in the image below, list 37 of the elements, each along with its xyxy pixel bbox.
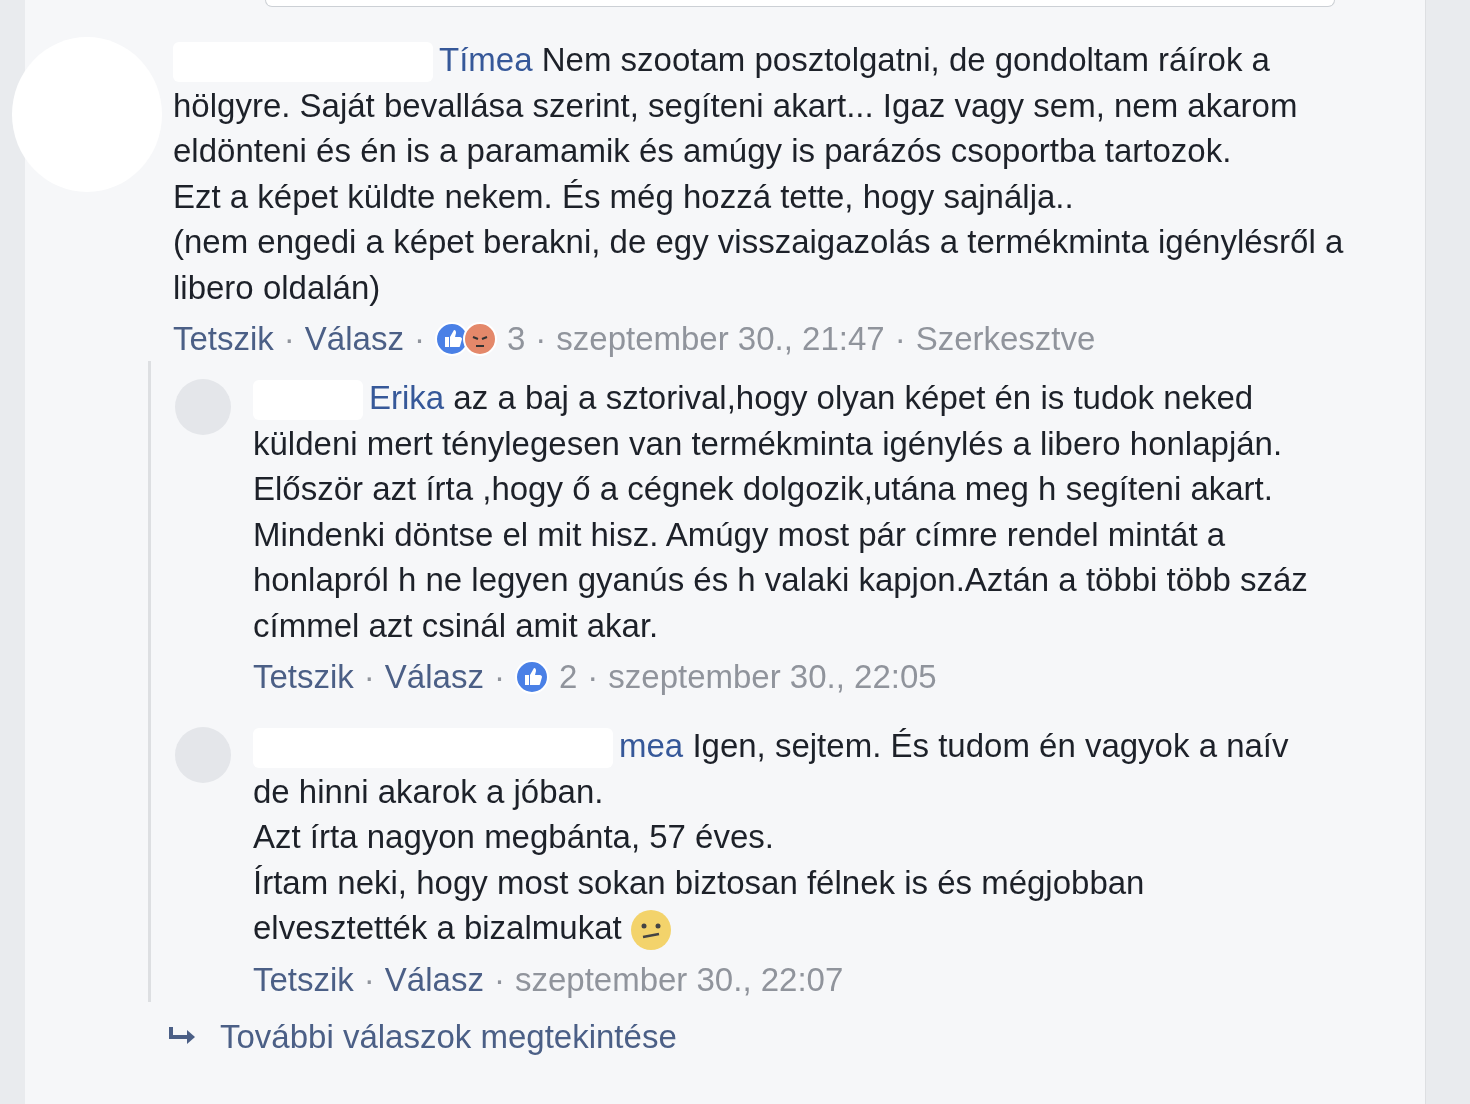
comment-time: szeptember 30., 21:47 — [556, 319, 885, 359]
separator: · — [363, 657, 375, 697]
separator: · — [493, 960, 505, 1001]
separator: · — [894, 319, 906, 359]
comment-text: Írtam neki, hogy most sokan biztosan félnek is és mégjobban elvesztették a bizalmukat — [253, 859, 1323, 952]
comment-text: (nem engedi a képet berakni, de egy visszaigazolás a termékminta igénylésről a libero oldalán) — [173, 222, 1345, 308]
comment-text: Ezt a képet küldte nekem. És még hozzá tette, hogy sajnálja.. — [173, 176, 1075, 217]
comment-input-field[interactable] — [265, 0, 1335, 7]
comment-time: szeptember 30., 22:07 — [514, 960, 844, 1001]
like-link[interactable]: Tetszik — [253, 957, 354, 1003]
author-name[interactable]: Tímea — [439, 41, 533, 78]
comment-text: Tímea Nem szootam posztolgatni, de gondoltam ráírok a hölgyre. Saját bevallása szerint, segíteni akart... Igaz vagy sem, nem akarom eldönteni és én is a paramamik és amúgy is parázós csoportba tartozok. — [173, 40, 1299, 171]
separator: · — [535, 319, 547, 359]
edited-label: Szerkesztve — [915, 319, 1096, 359]
more-replies-text: További válaszok megtekintése — [220, 1018, 677, 1057]
reply-link[interactable]: Válasz — [304, 316, 404, 361]
reply-link[interactable]: Válasz — [384, 654, 484, 699]
like-link[interactable]: Tetszik — [253, 654, 354, 699]
separator: · — [587, 657, 599, 697]
separator: · — [283, 319, 295, 359]
confused-emoji-icon — [629, 909, 672, 952]
more-replies-link[interactable]: További válaszok megtekintése — [168, 1018, 1425, 1057]
angry-reaction-icon — [462, 321, 497, 356]
comment-text: mea Igen, sejtem. És tudom én vagyok a naív de hinni akarok a jóban. — [253, 726, 1290, 812]
separator: · — [493, 657, 505, 697]
reaction-count: 3 — [506, 319, 526, 359]
separator: · — [413, 319, 425, 359]
comment-text: Azt írta nagyon megbánta, 57 éves. — [253, 817, 775, 857]
comment-time: szeptember 30., 22:05 — [608, 657, 937, 697]
like-reaction-icon — [514, 659, 549, 694]
separator: · — [363, 960, 375, 1001]
reply-link[interactable]: Válasz — [384, 957, 484, 1003]
like-link[interactable]: Tetszik — [173, 316, 274, 361]
reaction-count: 2 — [558, 657, 578, 697]
author-name[interactable]: Erika — [369, 379, 445, 416]
comment-text: Erika az a baj a sztorival,hogy olyan képet én is tudok neked küldeni mert ténylegesen van termékminta igénylés a libero honlapján. Először azt írta ,hogy ő a cégnek dolgozik,utána meg h segíteni akart. Mindenki döntse el mit hisz. Amúgy most pár címre rendel mintát a honlapról h ne legyen gyanús és h valaki kapjon.Aztán a többi több száz címmel azt csinál amit akar. — [253, 378, 1309, 646]
author-name[interactable]: mea — [619, 727, 684, 764]
